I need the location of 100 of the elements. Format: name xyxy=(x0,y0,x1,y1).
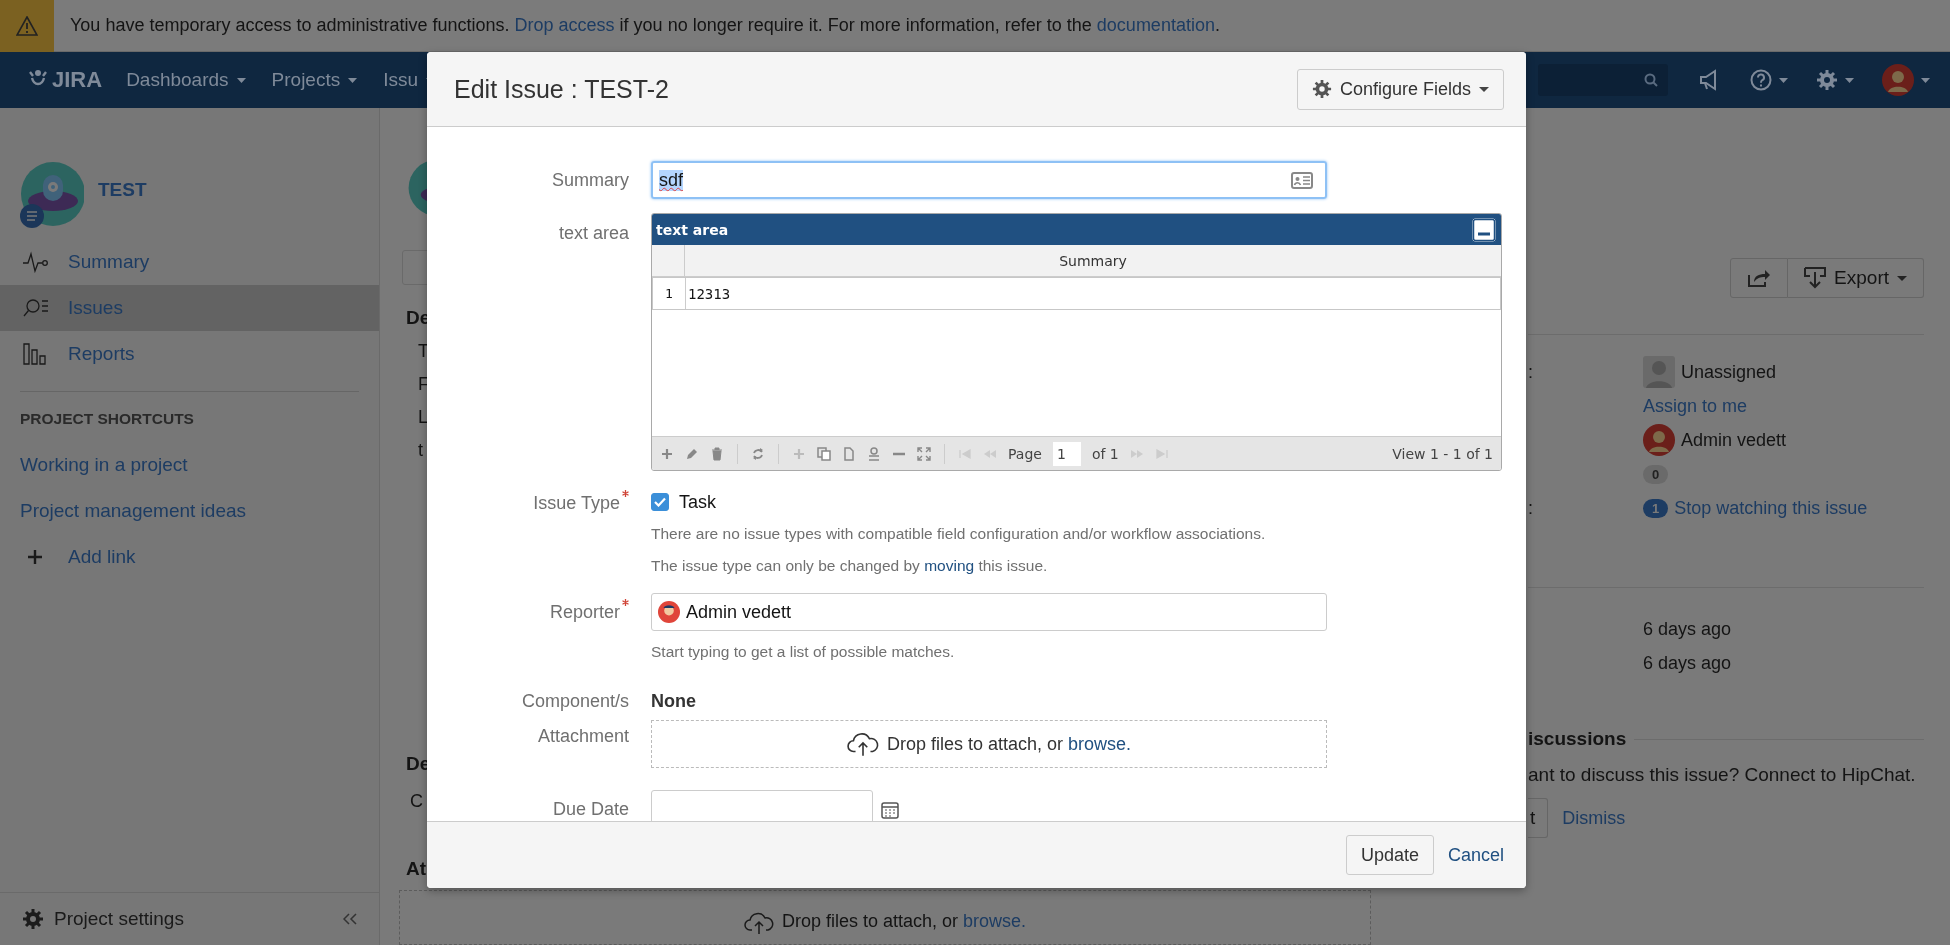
copy-icon[interactable] xyxy=(817,446,831,461)
settings-icon[interactable] xyxy=(1816,69,1838,91)
field-value: None xyxy=(651,691,696,711)
caret-icon xyxy=(1921,77,1930,83)
attachment-dropzone[interactable]: Drop files to attach, or browse. xyxy=(651,720,1327,768)
reporter-name: Admin vedett xyxy=(1681,429,1787,451)
required-marker-icon xyxy=(622,599,629,606)
field-label: : xyxy=(1528,497,1534,519)
sidebar-item[interactable]: Reports xyxy=(0,331,379,377)
calendar-icon[interactable] xyxy=(881,801,899,819)
sidebar-item[interactable]: Summary xyxy=(0,239,379,285)
stop-watching-link[interactable]: Stop watching this issue xyxy=(1674,497,1868,519)
row-number: 1 xyxy=(653,278,686,309)
dropzone-text: Drop files to attach, or browse. xyxy=(781,910,1027,932)
plus-icon xyxy=(28,550,42,564)
share-icon xyxy=(1747,268,1772,288)
trash-icon[interactable] xyxy=(710,446,724,461)
page-total: of 1 xyxy=(1091,445,1119,462)
field-label: : xyxy=(1528,361,1534,383)
caret-icon xyxy=(348,77,358,83)
user-silhouette-icon xyxy=(1643,356,1675,388)
caret-icon xyxy=(236,77,246,83)
share-button[interactable] xyxy=(1730,258,1789,298)
updated-date: 6 days ago xyxy=(1643,652,1732,674)
pencil-icon[interactable] xyxy=(685,446,699,461)
user-avatar xyxy=(1643,424,1675,456)
hipchat-message: ant to discuss this issue? Connect to HipChat. xyxy=(1528,764,1917,786)
upload-cloud-icon xyxy=(743,910,774,935)
connect-button[interactable]: t xyxy=(1528,798,1549,838)
browse-link[interactable]: browse. xyxy=(1068,733,1132,754)
dismiss-link[interactable]: Dismiss xyxy=(1562,807,1626,829)
project-settings-link[interactable]: Project settings xyxy=(22,908,184,930)
section-heading: PROJECT SHORTCUTS xyxy=(19,410,195,428)
caret-icon xyxy=(1845,77,1854,83)
watcher-count[interactable]: 1 xyxy=(1643,498,1669,518)
logo-text[interactable]: JIRA xyxy=(52,67,103,93)
id-card-icon xyxy=(1291,171,1313,189)
field-description: There are no issue types with compatible field configuration and/or workflow associations. xyxy=(651,525,1267,543)
stamp-icon[interactable] xyxy=(867,446,881,461)
description-text: t xyxy=(418,439,423,461)
refresh-icon[interactable] xyxy=(751,446,765,461)
add-icon[interactable] xyxy=(792,446,806,461)
banner-link[interactable]: documentation xyxy=(1096,15,1215,35)
export-button[interactable]: Export xyxy=(1788,258,1924,298)
assignee-name: Unassigned xyxy=(1681,361,1777,383)
section-heading: At xyxy=(406,857,427,880)
minimize-icon[interactable] xyxy=(1471,216,1497,243)
collapse-icon[interactable] xyxy=(343,913,357,925)
nav-menu[interactable]: Dashboards xyxy=(126,69,246,91)
cancel-link[interactable]: Cancel xyxy=(1447,844,1504,866)
summary-input[interactable]: sdf xyxy=(651,161,1327,199)
update-button[interactable]: Update xyxy=(1345,835,1434,875)
warning-icon xyxy=(16,15,38,36)
dropzone-text: Drop files to attach, or browse. xyxy=(886,733,1132,755)
section-heading: iscussions xyxy=(1528,728,1627,750)
nav-menu[interactable]: Projects xyxy=(271,69,358,91)
moving-link[interactable]: moving xyxy=(924,557,975,574)
browse-link[interactable]: browse. xyxy=(963,910,1027,931)
configure-fields-button[interactable]: Configure Fields xyxy=(1296,68,1504,110)
description-text: F xyxy=(418,373,429,395)
expand-icon[interactable] xyxy=(917,446,931,461)
project-avatar-drawing xyxy=(18,160,84,229)
project-name[interactable]: TEST xyxy=(98,178,147,201)
field-label: Component/s xyxy=(521,691,629,712)
grid-title: text area xyxy=(656,221,729,238)
settings-icon xyxy=(22,908,44,930)
attachment-dropzone[interactable]: Drop files to attach, or browse. xyxy=(399,889,1371,945)
created-date: 6 days ago xyxy=(1643,618,1732,640)
add-link-button[interactable]: Add link xyxy=(0,534,379,580)
download-icon xyxy=(1804,267,1827,289)
shortcut-link[interactable]: Project management ideas xyxy=(0,488,379,534)
detail-text: C xyxy=(410,790,423,812)
field-description: The issue type can only be changed by moving this issue. xyxy=(651,557,1049,575)
reporter-input[interactable]: Admin vedett xyxy=(651,593,1327,631)
upload-cloud-icon xyxy=(846,731,879,757)
shortcut-link[interactable]: Working in a project xyxy=(0,442,379,488)
field-label: text area xyxy=(558,223,629,244)
page-label: Page xyxy=(1008,445,1042,462)
caret-icon xyxy=(1897,275,1907,281)
checkbox-label: Task xyxy=(679,491,716,513)
field-label: Due Date xyxy=(552,799,629,820)
description-text: L xyxy=(418,406,428,428)
user-avatar[interactable] xyxy=(1882,64,1914,96)
field-label: Summary xyxy=(552,170,629,191)
banner-message: You have temporary access to administrative functions. Drop access if you no longer require it. For more information, refer to the documentation. xyxy=(70,15,1220,36)
vote-count[interactable]: 0 xyxy=(1643,464,1669,484)
dialog-title: Edit Issue : TEST-2 xyxy=(454,74,669,104)
banner-link[interactable]: Drop access xyxy=(514,15,615,35)
field-description: Start typing to get a list of possible matches. xyxy=(651,643,956,661)
search-field[interactable] xyxy=(1538,64,1668,96)
checkbox[interactable] xyxy=(651,493,669,511)
page-number-input[interactable]: 1 xyxy=(1052,441,1081,466)
assign-to-me-link[interactable]: Assign to me xyxy=(1643,395,1748,417)
table-cell[interactable]: 12313 xyxy=(686,278,1500,309)
caret-icon xyxy=(1479,86,1489,92)
field-label: Attachment xyxy=(537,726,629,747)
help-icon[interactable] xyxy=(1750,69,1772,91)
document-icon[interactable] xyxy=(842,446,856,461)
required-marker-icon xyxy=(622,490,629,497)
add-icon[interactable] xyxy=(660,446,674,461)
